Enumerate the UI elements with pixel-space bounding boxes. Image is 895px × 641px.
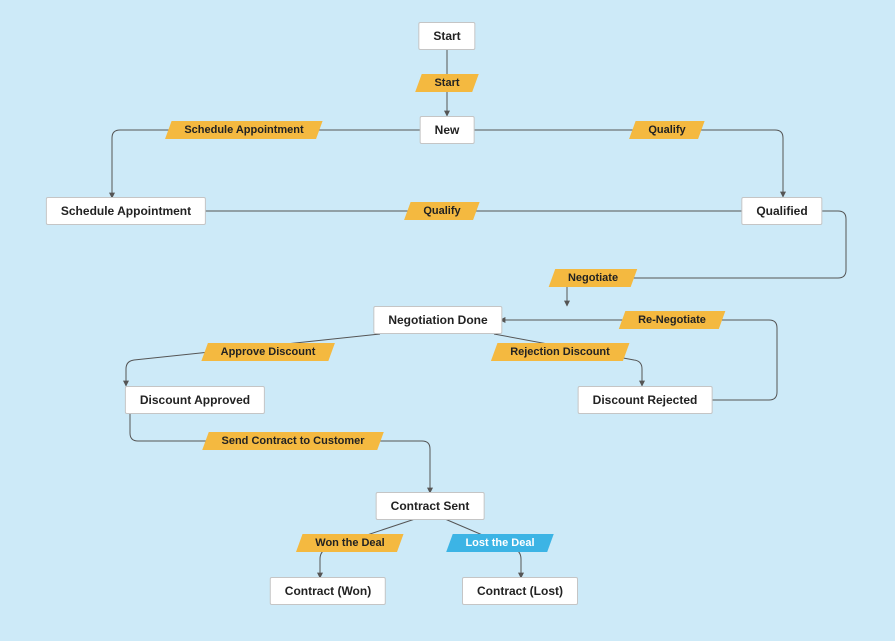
- action-qualify-top: Qualify: [629, 121, 705, 139]
- state-label: Schedule Appointment: [61, 204, 191, 218]
- action-qualify-mid: Qualify: [404, 202, 480, 220]
- action-start: Start: [415, 74, 479, 92]
- action-rejection-discount: Rejection Discount: [491, 343, 629, 361]
- action-approve-discount: Approve Discount: [201, 343, 334, 361]
- action-label: Lost the Deal: [465, 537, 534, 549]
- action-label: Qualify: [648, 124, 685, 136]
- action-re-negotiate: Re-Negotiate: [619, 311, 725, 329]
- action-send-contract: Send Contract to Customer: [202, 432, 384, 450]
- state-start: Start: [418, 22, 475, 50]
- action-label: Re-Negotiate: [638, 314, 706, 326]
- action-label: Schedule Appointment: [184, 124, 303, 136]
- action-lost-deal: Lost the Deal: [446, 534, 554, 552]
- state-qualified: Qualified: [741, 197, 822, 225]
- state-label: Discount Approved: [140, 393, 250, 407]
- state-negotiation-done: Negotiation Done: [373, 306, 502, 334]
- state-schedule-appointment: Schedule Appointment: [46, 197, 206, 225]
- action-label: Send Contract to Customer: [221, 435, 364, 447]
- action-schedule-appointment: Schedule Appointment: [165, 121, 323, 139]
- state-label: New: [435, 123, 460, 137]
- state-discount-rejected: Discount Rejected: [578, 386, 713, 414]
- action-label: Start: [434, 77, 459, 89]
- state-label: Start: [433, 29, 460, 43]
- state-contract-sent: Contract Sent: [376, 492, 485, 520]
- action-label: Rejection Discount: [510, 346, 610, 358]
- state-contract-lost: Contract (Lost): [462, 577, 578, 605]
- action-label: Won the Deal: [315, 537, 384, 549]
- state-discount-approved: Discount Approved: [125, 386, 265, 414]
- state-label: Negotiation Done: [388, 313, 487, 327]
- state-label: Discount Rejected: [593, 393, 698, 407]
- action-label: Negotiate: [568, 272, 618, 284]
- state-label: Contract (Won): [285, 584, 371, 598]
- action-label: Qualify: [423, 205, 460, 217]
- action-negotiate: Negotiate: [549, 269, 638, 287]
- action-won-deal: Won the Deal: [296, 534, 404, 552]
- action-label: Approve Discount: [221, 346, 316, 358]
- state-label: Qualified: [756, 204, 807, 218]
- state-new: New: [420, 116, 475, 144]
- state-label: Contract Sent: [391, 499, 470, 513]
- state-contract-won: Contract (Won): [270, 577, 386, 605]
- state-label: Contract (Lost): [477, 584, 563, 598]
